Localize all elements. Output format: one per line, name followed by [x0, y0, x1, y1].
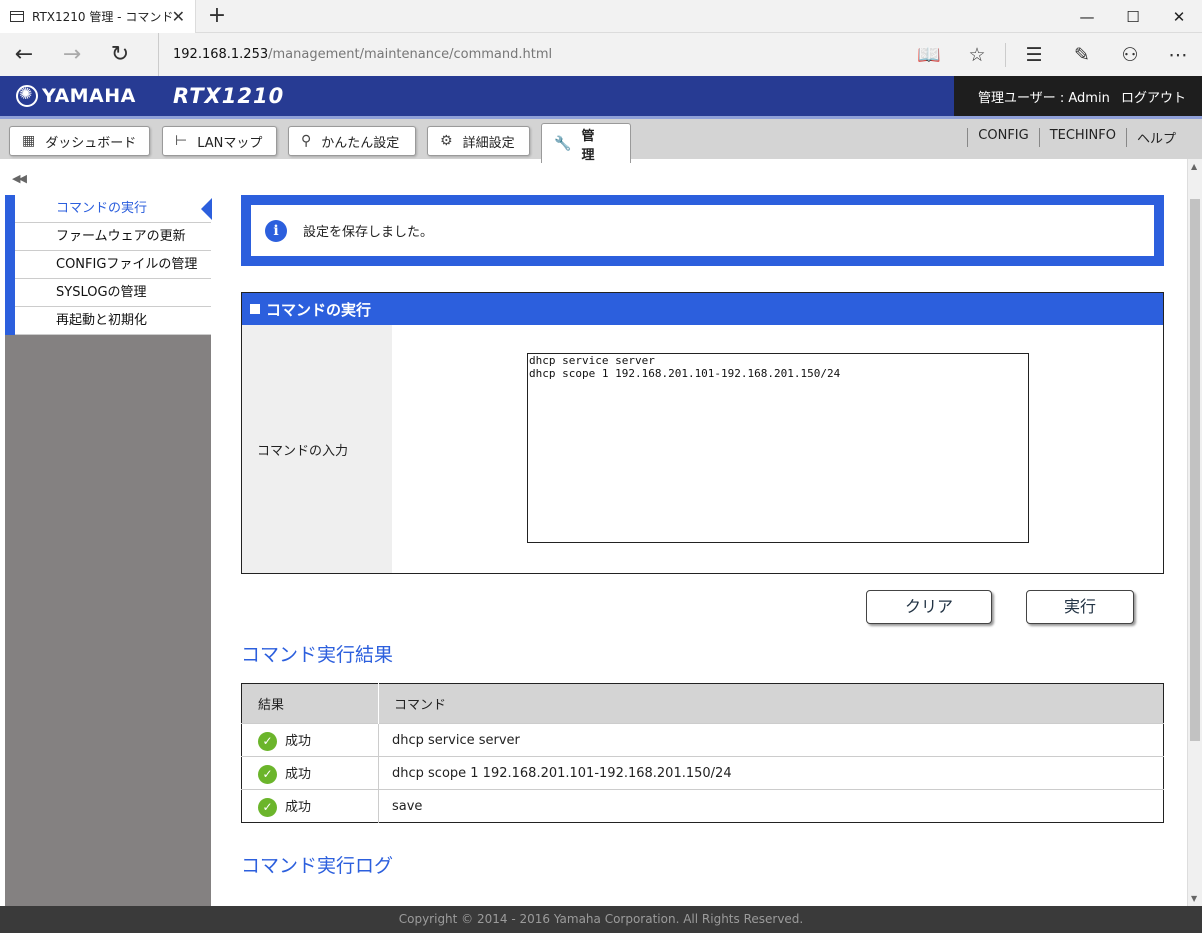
- tab-title: RTX1210 管理 - コマンドの: [32, 10, 172, 24]
- url-host: 192.168.1.253: [173, 47, 269, 62]
- wrench-icon: 🔧: [554, 135, 572, 152]
- refresh-button[interactable]: ↻: [96, 33, 144, 76]
- table-row: ✓ 成功 dhcp service server: [241, 723, 1164, 757]
- lanmap-icon: ⊢: [175, 133, 188, 149]
- favorite-star-icon[interactable]: ☆: [953, 44, 1001, 66]
- help-link[interactable]: ヘルプ: [1125, 128, 1186, 147]
- tab-page-icon: [10, 11, 24, 22]
- yamaha-logo: YAMAHA: [16, 84, 136, 107]
- gear-icon: ⚙: [440, 133, 453, 149]
- more-icon[interactable]: ⋯: [1154, 44, 1202, 66]
- result-status: 成功: [285, 766, 312, 782]
- browser-tab[interactable]: RTX1210 管理 - コマンドの ✕: [0, 0, 196, 33]
- user-label: 管理ユーザー : Admin: [978, 90, 1110, 106]
- success-check-icon: ✓: [258, 797, 277, 817]
- scroll-down-icon[interactable]: ▼: [1191, 894, 1197, 903]
- config-link[interactable]: CONFIG: [967, 128, 1038, 147]
- info-icon: i: [265, 219, 287, 242]
- sidebar-item-command[interactable]: コマンドの実行: [15, 195, 212, 223]
- result-command: dhcp scope 1 192.168.201.101-192.168.201…: [378, 756, 1164, 790]
- run-button[interactable]: 実行: [1026, 590, 1134, 624]
- sidebar-item-syslog[interactable]: SYSLOGの管理: [15, 279, 211, 307]
- brand-name: YAMAHA: [42, 85, 136, 107]
- result-command: dhcp service server: [378, 723, 1164, 757]
- app-header: YAMAHA RTX1210 管理ユーザー : Admin ログアウト: [0, 76, 1202, 116]
- page-scrollbar[interactable]: ▲ ▼: [1187, 159, 1202, 906]
- tuning-fork-icon: [16, 84, 38, 107]
- sidebar-item-config-file[interactable]: CONFIGファイルの管理: [15, 251, 211, 279]
- command-panel: コマンドの実行 コマンドの入力 dhcp service server dhcp…: [241, 292, 1164, 574]
- toolbar-links: CONFIG TECHINFO ヘルプ: [967, 128, 1186, 147]
- clear-button[interactable]: クリア: [866, 590, 992, 624]
- close-window-button[interactable]: ✕: [1156, 0, 1202, 33]
- logout-link[interactable]: ログアウト: [1121, 87, 1186, 106]
- column-header-command: コマンド: [378, 683, 1164, 724]
- reading-view-icon[interactable]: 📖: [905, 43, 953, 66]
- tab-lanmap[interactable]: ⊢ LANマップ: [162, 126, 277, 156]
- minimize-button[interactable]: —: [1064, 0, 1110, 33]
- result-command: save: [378, 789, 1164, 823]
- close-tab-icon[interactable]: ✕: [172, 7, 185, 26]
- result-status: 成功: [285, 733, 312, 749]
- wizard-icon: ⚲: [301, 133, 312, 149]
- dashboard-icon: ▦: [22, 133, 36, 149]
- table-row: ✓ 成功 save: [241, 789, 1164, 823]
- square-bullet-icon: [250, 304, 260, 314]
- forward-button[interactable]: →: [48, 33, 96, 76]
- tab-advanced-settings[interactable]: ⚙ 詳細設定: [427, 126, 530, 156]
- user-box: 管理ユーザー : Admin ログアウト: [954, 76, 1202, 116]
- results-table: 結果 コマンド ✓ 成功 dhcp service server ✓ 成功 dhcp…: [241, 683, 1164, 823]
- success-check-icon: ✓: [258, 764, 277, 784]
- tab-label: LANマップ: [197, 135, 263, 151]
- tab-label: ダッシュボード: [45, 135, 137, 151]
- techinfo-link[interactable]: TECHINFO: [1038, 128, 1126, 147]
- panel-title: コマンドの実行: [266, 300, 372, 319]
- window-titlebar: RTX1210 管理 - コマンドの ✕ + — ☐ ✕: [0, 0, 1202, 33]
- maximize-button[interactable]: ☐: [1110, 0, 1156, 33]
- toolbar-divider: [1005, 42, 1006, 67]
- notice-text: 設定を保存しました。: [303, 225, 434, 240]
- command-input-label: コマンドの入力: [242, 325, 392, 573]
- address-bar: ← → ↻ 192.168.1.253/management/maintenan…: [0, 33, 1202, 76]
- hub-icon[interactable]: ☰: [1010, 44, 1058, 66]
- result-status: 成功: [285, 799, 312, 815]
- log-title: コマンド実行ログ: [241, 855, 394, 877]
- table-row: ✓ 成功 dhcp scope 1 192.168.201.101-192.168…: [241, 756, 1164, 790]
- tab-dashboard[interactable]: ▦ ダッシュボード: [9, 126, 150, 156]
- main-content: i 設定を保存しました。 コマンドの実行 コマンドの入力 dhcp servic…: [241, 195, 1164, 878]
- product-name: RTX1210: [173, 84, 285, 108]
- back-button[interactable]: ←: [0, 33, 48, 76]
- column-header-result: 結果: [241, 683, 379, 724]
- scrollbar-thumb[interactable]: [1190, 199, 1200, 741]
- url-path: /management/maintenance/command.html: [268, 47, 553, 62]
- tab-easy-setup[interactable]: ⚲ かんたん設定: [288, 126, 416, 156]
- panel-header: コマンドの実行: [242, 293, 1163, 325]
- new-tab-button[interactable]: +: [205, 3, 229, 28]
- url-field[interactable]: 192.168.1.253/management/maintenance/com…: [158, 33, 552, 76]
- share-icon[interactable]: ⚇: [1106, 44, 1154, 66]
- web-note-icon[interactable]: ✎: [1058, 44, 1106, 66]
- tab-label: 管 理: [581, 128, 608, 163]
- tab-management[interactable]: 🔧 管 理: [541, 123, 631, 163]
- sidebar-item-firmware[interactable]: ファームウェアの更新: [15, 223, 211, 251]
- command-textarea[interactable]: dhcp service server dhcp scope 1 192.168…: [527, 353, 1029, 543]
- scroll-up-icon[interactable]: ▲: [1191, 162, 1197, 171]
- footer-copyright: Copyright © 2014 - 2016 Yamaha Corporati…: [0, 906, 1202, 933]
- main-toolbar: ▦ ダッシュボード ⊢ LANマップ ⚲ かんたん設定 ⚙ 詳細設定 🔧 管 理…: [0, 116, 1202, 163]
- tab-label: 詳細設定: [462, 135, 515, 151]
- sidebar-item-reboot[interactable]: 再起動と初期化: [15, 307, 211, 335]
- save-notice: i 設定を保存しました。: [241, 195, 1164, 266]
- success-check-icon: ✓: [258, 731, 277, 751]
- sidebar-menu: コマンドの実行 ファームウェアの更新 CONFIGファイルの管理 SYSLOGの…: [5, 195, 212, 335]
- tab-label: かんたん設定: [321, 135, 400, 151]
- collapse-sidebar-icon[interactable]: ◀◀: [12, 172, 27, 185]
- results-title: コマンド実行結果: [241, 644, 394, 666]
